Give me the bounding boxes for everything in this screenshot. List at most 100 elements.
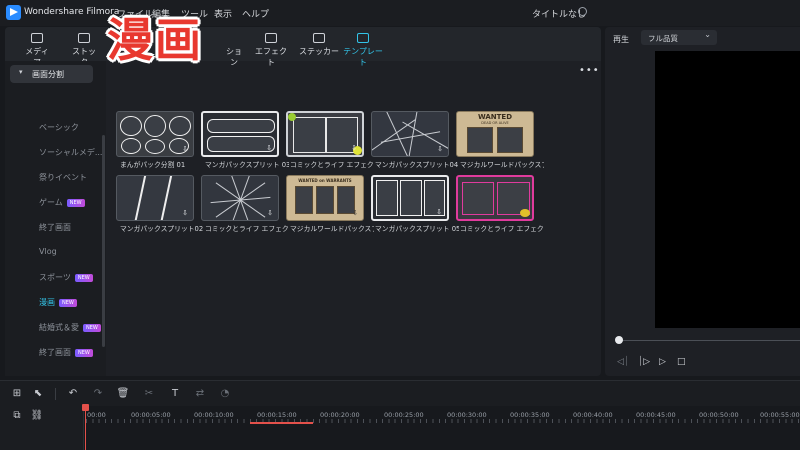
template-thumb-manga-split-03[interactable]: ⇩ bbox=[201, 111, 279, 157]
template-thumb-comic-life-1[interactable]: ⇩ bbox=[286, 111, 364, 157]
download-icon: ⇩ bbox=[352, 209, 358, 217]
tab-label: エフェクト bbox=[255, 47, 287, 67]
template-thumb-manga-split-05[interactable]: ⇩ bbox=[371, 175, 449, 221]
template-thumb-manga-split-01[interactable]: ⇩ bbox=[116, 111, 194, 157]
playback-progress-track[interactable] bbox=[619, 340, 800, 341]
timeline-ruler[interactable]: 00:00 00:00:05:00 00:00:10:00 00:00:15:0… bbox=[0, 406, 800, 450]
tick-label: 00:00:20:00 bbox=[320, 411, 360, 419]
tick-label: 00:00:45:00 bbox=[636, 411, 676, 419]
adjust-icon[interactable]: ⇄ bbox=[193, 387, 207, 401]
tab-label: ション bbox=[226, 47, 242, 67]
sidebar-item-sports[interactable]: スポーツ NEW bbox=[39, 272, 93, 283]
filmora-logo-icon bbox=[6, 5, 21, 20]
tick-label: 00:00 bbox=[87, 411, 106, 419]
menu-view[interactable]: 表示 bbox=[214, 7, 232, 20]
preview-screen bbox=[655, 51, 800, 328]
project-status-icon[interactable] bbox=[578, 7, 587, 16]
download-icon: ⇩ bbox=[351, 144, 357, 152]
tab-sticker[interactable]: ステッカー bbox=[299, 31, 339, 59]
library-panel: メディア ストック ション エフェクト ステッカー テンプレート 画面分割 ベー… bbox=[5, 27, 601, 400]
template-label: マンガパックスプリット 05 bbox=[375, 225, 459, 233]
template-thumb-magical-world-1[interactable]: WANTED DEAD OR ALIVE bbox=[456, 111, 534, 157]
tab-transition[interactable]: ション bbox=[223, 31, 245, 67]
template-thumb-manga-split-02[interactable]: ⇩ bbox=[116, 175, 194, 221]
sidebar-item-label: スポーツ bbox=[39, 273, 71, 282]
sidebar-item-social-media[interactable]: ソーシャルメデ... bbox=[39, 147, 102, 158]
tick-label: 00:00:55:00 bbox=[760, 411, 800, 419]
new-badge: NEW bbox=[59, 299, 77, 307]
sidebar-item-end-screen[interactable]: 終了画面 bbox=[39, 222, 71, 233]
category-header[interactable]: 画面分割 bbox=[10, 65, 93, 83]
text-icon[interactable]: T bbox=[168, 387, 182, 401]
template-label: コミックとライフ エフェクト... bbox=[460, 225, 544, 233]
download-icon: ⇩ bbox=[436, 208, 442, 216]
tab-stock[interactable]: ストック bbox=[69, 31, 99, 67]
library-tabs: メディア ストック ション エフェクト ステッカー テンプレート bbox=[5, 27, 601, 67]
delete-icon[interactable]: 🗑 bbox=[116, 387, 130, 401]
add-track-icon[interactable]: ⧉ bbox=[10, 409, 24, 423]
sidebar-item-end-screen-2[interactable]: 終了画面 NEW bbox=[39, 347, 93, 358]
timeline-toolbar: ⊞ ⬉ ↶ ↷ 🗑 ✂ T ⇄ ◔ bbox=[0, 380, 800, 406]
cut-icon[interactable]: ✂ bbox=[142, 387, 156, 401]
sidebar-item-manga[interactable]: 漫画 NEW bbox=[39, 297, 77, 308]
template-label: コミックとライフ エフェクト... bbox=[205, 225, 289, 233]
template-thumb-comic-life-2[interactable]: ⇩ bbox=[201, 175, 279, 221]
sidebar-item-label: 結婚式＆愛 bbox=[39, 323, 79, 332]
tab-label: ステッカー bbox=[299, 47, 339, 56]
tick-label: 00:00:05:00 bbox=[131, 411, 171, 419]
download-icon: ⇩ bbox=[182, 145, 188, 153]
tick-label: 00:00:15:00 bbox=[257, 411, 297, 419]
template-thumb-comic-life-3[interactable] bbox=[456, 175, 534, 221]
prev-frame-icon[interactable]: ◁⏐ bbox=[617, 357, 629, 367]
redo-icon[interactable]: ↷ bbox=[91, 387, 105, 401]
media-icon bbox=[31, 33, 43, 43]
tab-effect[interactable]: エフェクト bbox=[253, 31, 289, 67]
sidebar-item-label: ベーシック bbox=[39, 123, 79, 132]
play-icon[interactable]: ▷ bbox=[659, 357, 666, 367]
new-badge: NEW bbox=[66, 199, 85, 207]
menu-help[interactable]: ヘルプ bbox=[242, 7, 269, 20]
new-badge: NEW bbox=[74, 274, 93, 282]
template-icon bbox=[357, 33, 369, 43]
sidebar-item-game[interactable]: ゲーム NEW bbox=[39, 197, 85, 208]
template-thumb-manga-split-04[interactable]: ⇩ bbox=[371, 111, 449, 157]
sidebar-scrollbar[interactable] bbox=[102, 135, 105, 347]
wanted-text: WANTED bbox=[477, 113, 513, 121]
layout-icon[interactable]: ⊞ bbox=[10, 387, 24, 401]
sidebar-item-label: Vlog bbox=[39, 247, 57, 256]
stop-icon[interactable]: □ bbox=[677, 357, 686, 367]
sidebar-item-label: ゲーム bbox=[39, 198, 63, 207]
link-icon[interactable]: ⛓ bbox=[30, 409, 44, 423]
work-area-range[interactable] bbox=[250, 422, 313, 424]
sidebar-item-wedding[interactable]: 結婚式＆愛 NEW bbox=[39, 322, 101, 333]
download-icon: ⇩ bbox=[267, 209, 273, 217]
template-label: まんがパック分割 01 bbox=[120, 161, 186, 169]
toolbar-divider bbox=[55, 388, 56, 400]
sidebar-item-basic[interactable]: ベーシック bbox=[39, 122, 79, 133]
tab-media[interactable]: メディア bbox=[23, 31, 51, 67]
playhead-handle[interactable] bbox=[82, 404, 89, 411]
play-frame-icon[interactable]: ⏐▷ bbox=[638, 357, 650, 367]
download-icon: ⇩ bbox=[266, 144, 272, 152]
more-options-icon[interactable]: ••• bbox=[579, 65, 600, 76]
template-label: マンガパックスプリット04 bbox=[375, 161, 459, 169]
stock-icon bbox=[78, 33, 90, 43]
template-category-sidebar: 画面分割 ベーシック ソーシャルメデ... 祭りイベント ゲームNEW 終了画面… bbox=[5, 61, 106, 400]
sidebar-item-vlog[interactable]: Vlog bbox=[39, 247, 57, 256]
tick-label: 00:00:50:00 bbox=[699, 411, 739, 419]
template-thumb-magical-world-2[interactable]: WANTED on WARRANTS ⇩ bbox=[286, 175, 364, 221]
quality-value: フル品質 bbox=[648, 34, 678, 43]
tab-template[interactable]: テンプレート bbox=[341, 31, 385, 67]
speed-icon[interactable]: ◔ bbox=[218, 387, 232, 401]
download-icon: ⇩ bbox=[437, 145, 443, 153]
quality-dropdown[interactable]: フル品質 bbox=[641, 30, 717, 45]
sidebar-item-label: 終了画面 bbox=[39, 223, 71, 232]
player-label: 再生 bbox=[613, 35, 629, 44]
playhead[interactable] bbox=[85, 406, 86, 450]
tab-label: テンプレート bbox=[343, 47, 383, 67]
undo-icon[interactable]: ↶ bbox=[66, 387, 80, 401]
sidebar-item-label: 終了画面 bbox=[39, 348, 71, 357]
select-tool-icon[interactable]: ⬉ bbox=[31, 387, 45, 401]
sidebar-item-festival[interactable]: 祭りイベント bbox=[39, 172, 87, 183]
playback-progress-knob[interactable] bbox=[615, 336, 623, 344]
